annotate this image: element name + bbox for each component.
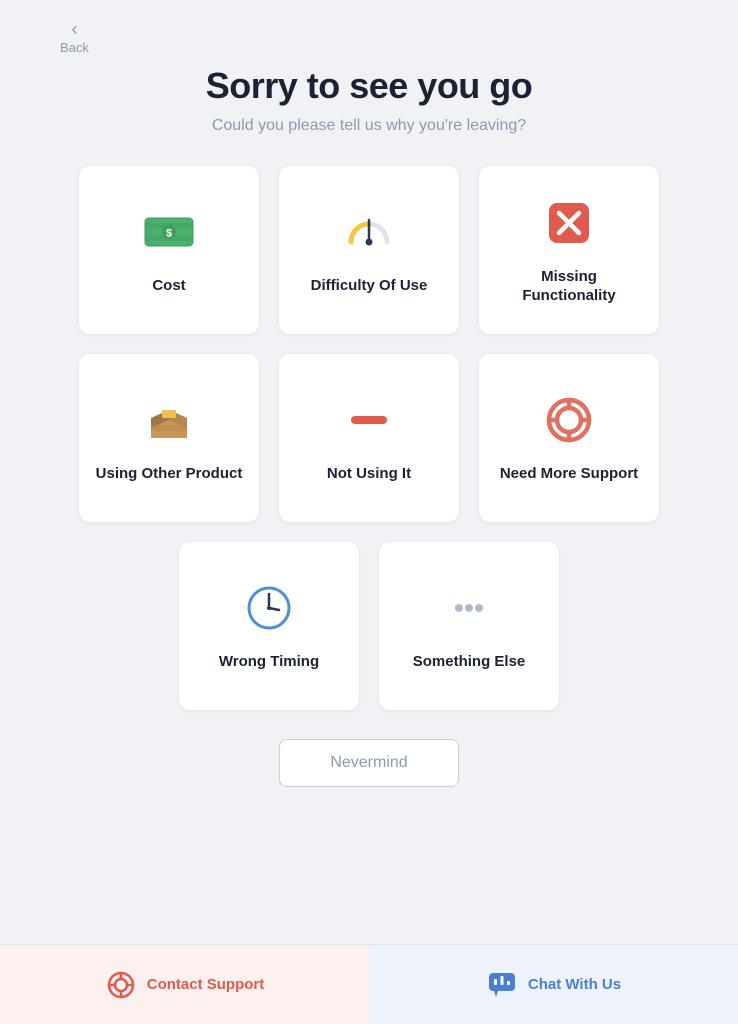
missing-icon: [541, 195, 597, 251]
back-label: Back: [60, 40, 89, 55]
wrong-timing-icon: [241, 580, 297, 636]
something-else-icon: [441, 580, 497, 636]
cost-icon: $: [141, 204, 197, 260]
difficulty-label: Difficulty Of Use: [311, 276, 428, 296]
option-missing[interactable]: Missing Functionality: [478, 165, 660, 335]
other-product-icon: [141, 392, 197, 448]
page-subtitle: Could you please tell us why you're leav…: [212, 117, 526, 135]
phone-container: ‹ Back Sorry to see you go Could you ple…: [0, 0, 738, 1024]
something-else-label: Something Else: [413, 652, 526, 672]
option-wrong-timing[interactable]: Wrong Timing: [178, 541, 360, 711]
contact-support-label: Contact Support: [147, 976, 265, 993]
not-using-label: Not Using It: [327, 464, 411, 484]
options-row-1: $ Cost: [78, 165, 660, 335]
option-cost[interactable]: $ Cost: [78, 165, 260, 335]
contact-support-icon: [105, 969, 137, 1001]
option-more-support[interactable]: Need More Support: [478, 353, 660, 523]
more-support-label: Need More Support: [500, 464, 638, 484]
cost-label: Cost: [152, 276, 185, 296]
option-not-using[interactable]: Not Using It: [278, 353, 460, 523]
missing-label: Missing Functionality: [494, 267, 644, 306]
nevermind-button[interactable]: Nevermind: [279, 739, 458, 787]
chat-with-us-button[interactable]: Chat With Us: [369, 945, 738, 1024]
chat-with-us-label: Chat With Us: [528, 976, 621, 993]
options-row-2: Using Other Product Not Using It: [78, 353, 660, 523]
more-support-icon: [541, 392, 597, 448]
bottom-bar: Contact Support Chat With Us: [0, 944, 738, 1024]
difficulty-icon: [341, 204, 397, 260]
back-chevron-icon: ‹: [71, 20, 77, 38]
back-button[interactable]: ‹ Back: [60, 20, 89, 55]
chat-icon: [486, 969, 518, 1001]
options-row-3: Wrong Timing Something Else: [178, 541, 560, 711]
not-using-icon: [341, 392, 397, 448]
wrong-timing-label: Wrong Timing: [219, 652, 319, 672]
option-other-product[interactable]: Using Other Product: [78, 353, 260, 523]
svg-text:$: $: [166, 228, 172, 240]
other-product-label: Using Other Product: [96, 464, 243, 484]
contact-support-button[interactable]: Contact Support: [0, 945, 369, 1024]
main-content: ‹ Back Sorry to see you go Could you ple…: [0, 0, 738, 944]
option-difficulty[interactable]: Difficulty Of Use: [278, 165, 460, 335]
page-title: Sorry to see you go: [206, 65, 533, 107]
option-something-else[interactable]: Something Else: [378, 541, 560, 711]
